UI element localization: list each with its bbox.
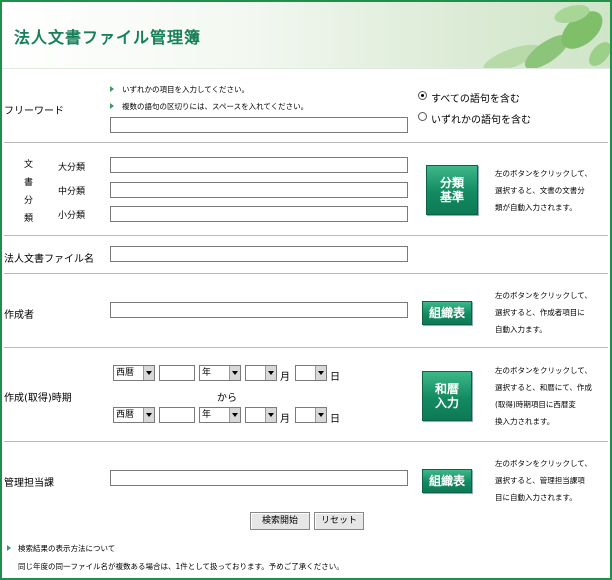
author-org-chart-button[interactable]: 組織表: [422, 301, 472, 325]
radio-all-words-label: すべての語句を含む: [431, 94, 520, 105]
japanese-era-input-button[interactable]: 和暦 入力: [422, 371, 472, 421]
dept-help-text: 左のボタンをクリックして、 選択すると、管理担当課項 目に自動入力されます。: [495, 459, 592, 502]
page-frame: 法人文書ファイル管理簿 フリーワード いずれかの項目を入力してください。 複数の…: [0, 0, 612, 580]
bullet-icon: [110, 86, 114, 92]
free-word-input[interactable]: [110, 117, 408, 133]
result-display-note-body: 同じ年度の同一ファイル名が複数ある場合は、1件として扱っております。予めご了承く…: [18, 562, 344, 571]
divider: [4, 441, 608, 442]
radio-any-words-label: いずれかの語句を含む: [431, 115, 531, 126]
dept-org-chart-button[interactable]: 組織表: [422, 469, 472, 493]
from-day-select[interactable]: [295, 365, 327, 381]
leaf-decoration-icon: [483, 4, 610, 68]
from-day-unit: 日: [330, 372, 340, 383]
free-word-label: フリーワード: [4, 106, 64, 117]
from-year-input[interactable]: [159, 365, 195, 381]
to-era-select[interactable]: 西暦: [113, 407, 155, 423]
from-era-select[interactable]: 西暦: [113, 365, 155, 381]
search-button[interactable]: 検索開始: [250, 512, 310, 530]
to-month-unit: 月: [280, 414, 290, 425]
small-class-label: 小分類: [58, 211, 86, 221]
doc-class-vertical-label-4: 類: [24, 214, 34, 224]
large-class-label: 大分類: [58, 163, 86, 173]
author-input[interactable]: [110, 302, 408, 318]
large-class-input[interactable]: [110, 157, 408, 173]
divider: [4, 347, 608, 348]
divider: [4, 235, 608, 236]
from-year-unit-select[interactable]: 年: [199, 365, 241, 381]
dept-label: 管理担当課: [4, 478, 54, 489]
bullet-icon: [7, 545, 11, 551]
small-class-input[interactable]: [110, 206, 408, 222]
to-year-input[interactable]: [159, 407, 195, 423]
to-month-select[interactable]: [245, 407, 277, 423]
dept-input[interactable]: [110, 470, 408, 486]
from-month-unit: 月: [280, 372, 290, 383]
page-title: 法人文書ファイル管理簿: [14, 28, 202, 47]
bullet-icon: [110, 103, 114, 109]
divider: [4, 273, 608, 274]
doc-class-vertical-label-1: 文: [24, 160, 34, 170]
reset-button[interactable]: リセット: [314, 512, 364, 530]
file-name-input[interactable]: [110, 246, 408, 262]
from-month-select[interactable]: [245, 365, 277, 381]
to-year-unit-select[interactable]: 年: [199, 407, 241, 423]
period-help-text: 左のボタンをクリックして、 選択すると、和暦にて、作成 (取得)時期項目に西暦変…: [495, 366, 592, 426]
medium-class-label: 中分類: [58, 187, 86, 197]
to-day-unit: 日: [330, 414, 340, 425]
header-banner: 法人文書ファイル管理簿: [2, 2, 610, 69]
free-word-note-2: 複数の語句の区切りには、スペースを入れてください。: [122, 102, 309, 111]
author-label: 作成者: [4, 310, 34, 321]
divider: [4, 142, 608, 143]
classification-help-text: 左のボタンをクリックして、 選択すると、文書の文書分 類が自動入力されます。: [495, 169, 592, 212]
result-display-note-title: 検索結果の表示方法について: [18, 544, 116, 553]
period-label: 作成(取得)時期: [4, 393, 72, 404]
doc-class-vertical-label-3: 分: [24, 196, 34, 206]
free-word-note-1: いずれかの項目を入力してください。: [122, 85, 250, 94]
author-help-text: 左のボタンをクリックして、 選択すると、作成者項目に 自動入力ます。: [495, 291, 592, 334]
radio-any-words[interactable]: [418, 112, 427, 121]
from-to-separator: から: [217, 393, 237, 404]
file-name-label: 法人文書ファイル名: [4, 254, 94, 265]
classification-standard-button[interactable]: 分類 基準: [426, 165, 478, 215]
radio-all-words[interactable]: [418, 91, 427, 100]
doc-class-vertical-label-2: 書: [24, 178, 34, 188]
medium-class-input[interactable]: [110, 182, 408, 198]
to-day-select[interactable]: [295, 407, 327, 423]
